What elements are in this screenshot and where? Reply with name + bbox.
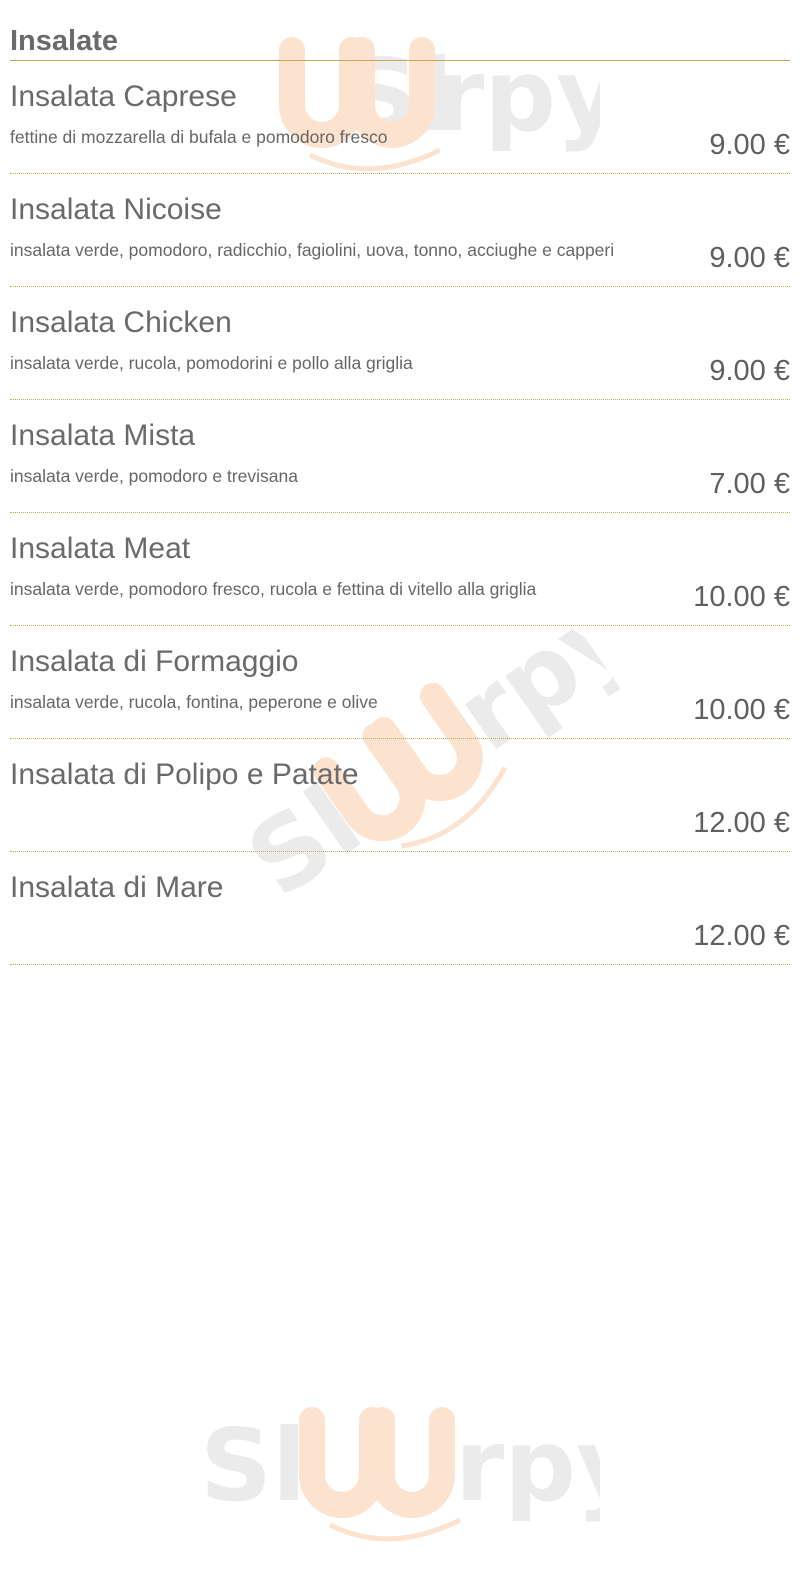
item-price: 10.00 € <box>693 694 790 726</box>
section-title: Insalate <box>10 0 790 61</box>
menu-item: Insalata Meat insalata verde, pomodoro f… <box>10 513 790 626</box>
item-price: 9.00 € <box>709 242 790 274</box>
item-name: Insalata Meat <box>10 532 191 565</box>
menu-item: Insalata Caprese fettine di mozzarella d… <box>10 61 790 174</box>
menu-section: Insalate Insalata Caprese fettine di moz… <box>10 0 790 965</box>
item-price: 10.00 € <box>693 581 790 613</box>
item-name: Insalata di Formaggio <box>10 645 299 678</box>
item-name: Insalata di Mare <box>10 871 224 904</box>
item-name: Insalata Caprese <box>10 80 237 113</box>
item-description: insalata verde, pomodoro fresco, rucola … <box>10 579 537 599</box>
item-description: insalata verde, pomodoro e trevisana <box>10 466 298 486</box>
menu-item: Insalata di Mare 12.00 € <box>10 852 790 965</box>
item-name: Insalata Nicoise <box>10 193 222 226</box>
item-price: 12.00 € <box>693 807 790 839</box>
sluurpy-watermark: Sl rpy <box>200 1400 641 1550</box>
item-description: fettine di mozzarella di bufala e pomodo… <box>10 127 388 147</box>
item-price: 9.00 € <box>709 129 790 161</box>
menu-item: Insalata Chicken insalata verde, rucola,… <box>10 287 790 400</box>
item-price: 7.00 € <box>709 468 790 500</box>
item-description: insalata verde, pomodoro, radicchio, fag… <box>10 240 615 260</box>
menu-item: Insalata Nicoise insalata verde, pomodor… <box>10 174 790 287</box>
item-price: 12.00 € <box>693 920 790 952</box>
item-name: Insalata Mista <box>10 419 196 452</box>
item-description: insalata verde, rucola, fontina, peperon… <box>10 692 378 712</box>
svg-text:rpy: rpy <box>455 1407 600 1524</box>
item-name: Insalata Chicken <box>10 306 232 339</box>
menu-item: Insalata Mista insalata verde, pomodoro … <box>10 400 790 513</box>
item-price: 9.00 € <box>709 355 790 387</box>
menu-item: Insalata di Formaggio insalata verde, ru… <box>10 626 790 739</box>
item-description: insalata verde, rucola, pomodorini e pol… <box>10 353 413 373</box>
menu-item: Insalata di Polipo e Patate 12.00 € <box>10 739 790 852</box>
item-name: Insalata di Polipo e Patate <box>10 758 359 791</box>
svg-text:Sl: Sl <box>200 1407 306 1524</box>
